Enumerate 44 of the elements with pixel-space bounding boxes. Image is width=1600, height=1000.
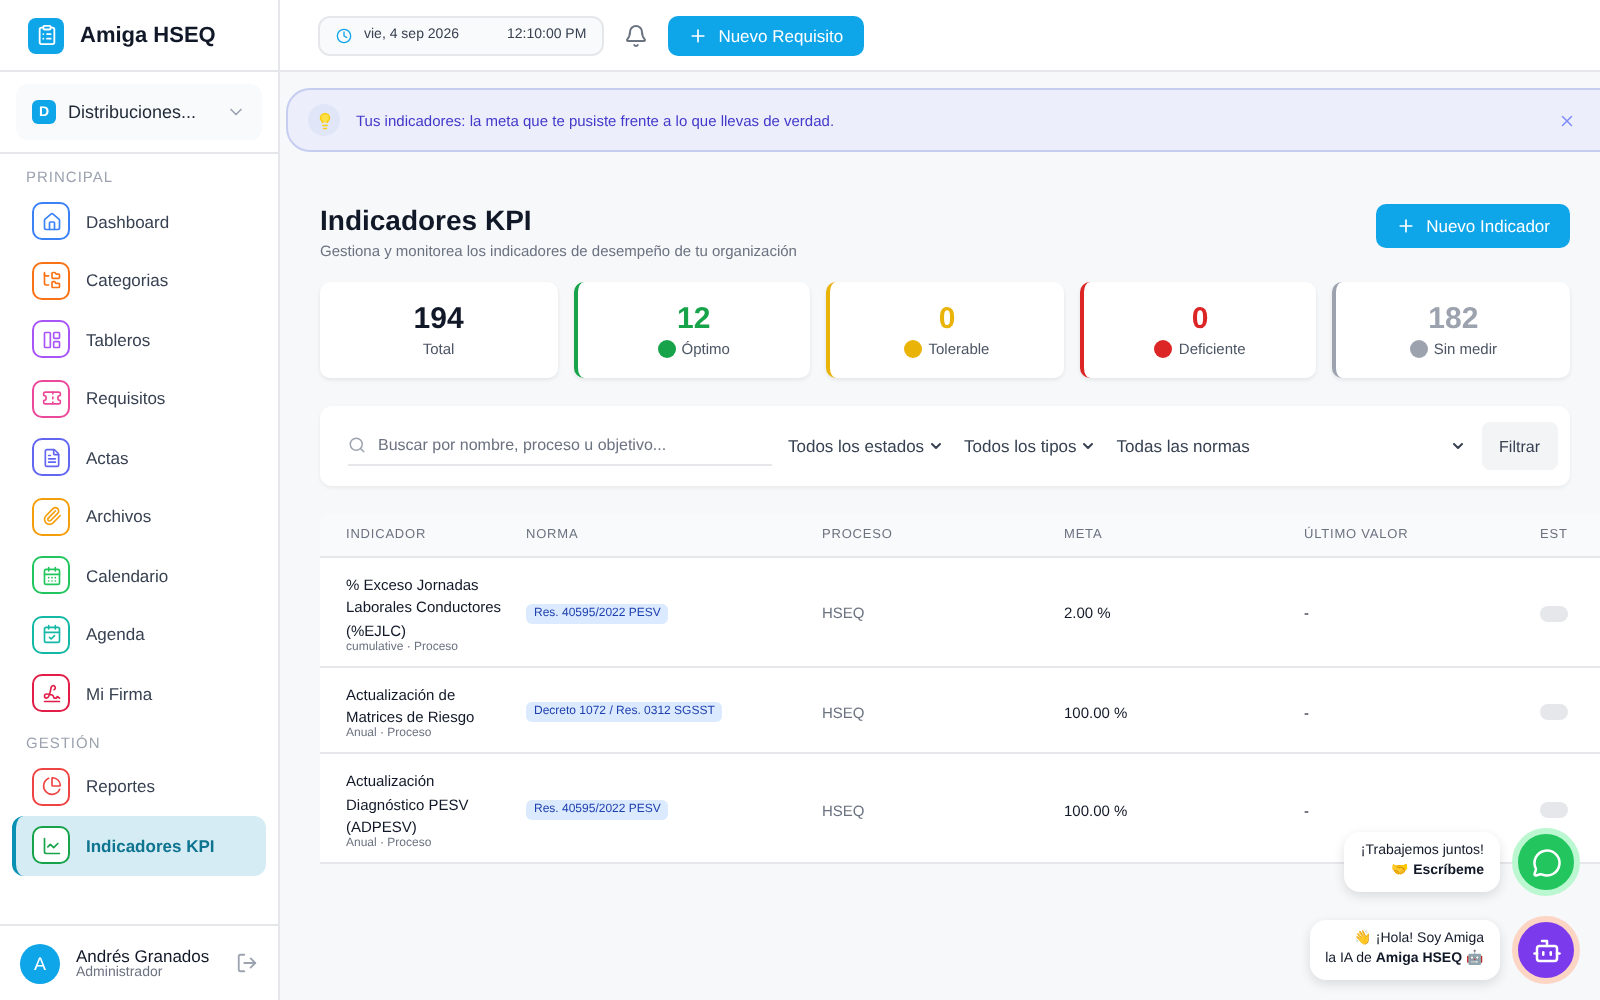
filter-button[interactable]: Filtrar (1481, 422, 1558, 470)
search-field[interactable]: Buscar por nombre, proceso u objetivo... (374, 434, 772, 456)
chat-icon (1531, 847, 1561, 877)
status-pill (1540, 802, 1568, 819)
stat-value: 0 (1191, 302, 1209, 336)
stat-value: 0 (938, 302, 956, 336)
sidebar-item[interactable]: Agenda (12, 605, 266, 664)
sidebar-item[interactable]: Archivos (12, 487, 266, 546)
lightbulb-icon (308, 104, 340, 136)
assistant-button[interactable] (1512, 916, 1580, 984)
sidebar-item[interactable]: Actas (12, 428, 266, 487)
user-avatar: A (20, 943, 60, 983)
clipboard-logo-icon (28, 17, 64, 53)
status-pill (1540, 704, 1568, 720)
stat-value: 182 (1428, 302, 1479, 336)
whatsapp-button[interactable] (1512, 828, 1580, 896)
page-title: Indicadores KPI (320, 204, 534, 236)
robot-icon (1531, 935, 1561, 965)
logout-icon[interactable] (236, 952, 258, 974)
app-name: Amiga HSEQ (80, 23, 216, 47)
filter-dropdown[interactable]: Todos los tipos (960, 436, 1101, 456)
sidebar-item[interactable]: Indicadores KPI (12, 816, 266, 875)
sidebar-item[interactable]: Reportes (12, 757, 266, 816)
stat-value: 194 (413, 302, 464, 336)
filter-dropdown[interactable]: Todas las normas (1112, 436, 1470, 456)
clock-icon (336, 27, 352, 43)
filter-dropdown[interactable]: Todos los estados (784, 436, 949, 456)
sidebar-item[interactable]: Mi Firma (12, 664, 266, 723)
user-name: Andrés Granados (76, 946, 212, 966)
notifications-bell-icon[interactable] (624, 23, 649, 47)
chevron-down-icon (1080, 438, 1097, 454)
sidebar-item[interactable]: Calendario (12, 546, 266, 605)
sidebar-item[interactable]: Requisitos (12, 369, 266, 428)
plus-icon (688, 25, 709, 45)
chevron-down-icon (928, 438, 945, 454)
sidebar-item[interactable]: Tableros (12, 310, 266, 369)
status-pill (1540, 605, 1568, 622)
sidebar-item[interactable]: Dashboard (12, 192, 266, 251)
search-icon (348, 436, 366, 454)
stat-value: 12 (677, 302, 711, 336)
chevron-down-icon (1449, 438, 1466, 454)
close-icon[interactable] (1558, 111, 1576, 129)
sidebar-item[interactable]: Categorias (12, 251, 266, 310)
plus-icon (1396, 216, 1417, 236)
